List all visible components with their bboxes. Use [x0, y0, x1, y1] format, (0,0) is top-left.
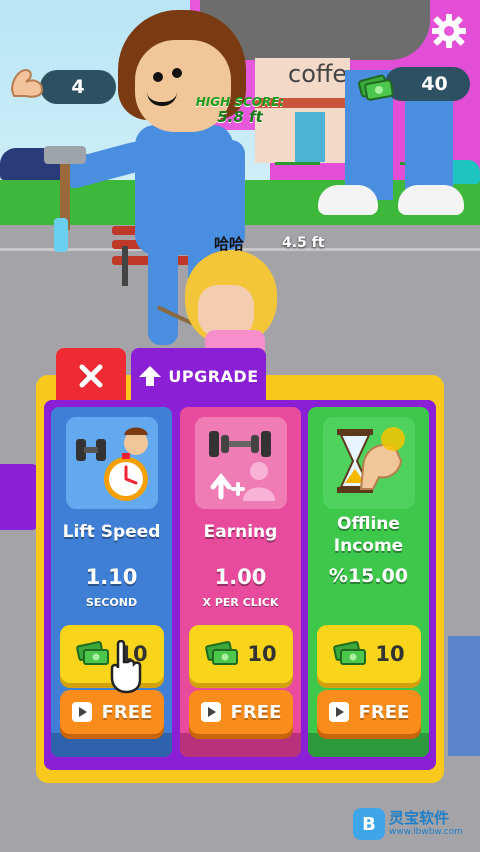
- offline-income-icon-box: [323, 417, 415, 509]
- arrow-up-icon: [139, 366, 162, 386]
- card-title: Lift Speed: [62, 522, 161, 542]
- watermark-logo: B: [353, 808, 385, 840]
- hand-cursor-icon: [110, 640, 142, 694]
- high-score-value: 5.8 ft: [217, 108, 263, 126]
- player-eye: [172, 68, 182, 78]
- free-offline-income-button[interactable]: FREE: [317, 690, 421, 734]
- player-eye: [153, 72, 163, 82]
- card-title-text: Offline Income: [333, 514, 404, 556]
- strength-counter: 4: [40, 70, 116, 104]
- watermark-name: 灵宝软件: [389, 809, 450, 827]
- watermark: B 灵宝软件 www.lbwbw.com: [353, 806, 473, 842]
- play-icon: [200, 702, 221, 722]
- player-leg: [148, 245, 178, 345]
- side-tab-button[interactable]: [0, 464, 38, 530]
- strength-value: 4: [71, 76, 85, 98]
- side-edge: [448, 636, 480, 756]
- cash-icon: [76, 641, 110, 665]
- cash-icon: [205, 641, 239, 665]
- free-lift-speed-button[interactable]: FREE: [60, 690, 164, 734]
- cash-counter: 40: [385, 67, 470, 101]
- buy-offline-income-button[interactable]: 10: [317, 625, 421, 683]
- lift-speed-icon-box: [66, 417, 158, 509]
- flex-arm-icon: [10, 68, 44, 98]
- upgrade-card-lift-speed: Lift Speed 1.10 SECOND 10 FREE: [51, 407, 172, 757]
- card-unit: SECOND: [85, 596, 138, 609]
- buy-earning-button[interactable]: 10: [189, 625, 293, 683]
- earning-icon-box: [195, 417, 287, 509]
- giant-shoe: [398, 185, 464, 215]
- giant-shoe: [318, 185, 378, 215]
- bottle-icon: [54, 218, 68, 252]
- card-value: %15.00: [328, 565, 409, 587]
- close-icon: [79, 364, 103, 388]
- play-icon: [328, 702, 349, 722]
- card-title: Offline Income: [308, 513, 429, 557]
- close-button[interactable]: [56, 348, 126, 404]
- stopwatch-dumbbell-icon: [76, 427, 148, 501]
- high-score-label: HIGH SCORE:: [195, 95, 285, 109]
- free-label: FREE: [101, 701, 153, 723]
- free-earning-button[interactable]: FREE: [189, 690, 293, 734]
- upgrade-card-offline-income: Offline Income %15.00 10 FREE: [308, 407, 429, 757]
- card-value: 1.10: [85, 565, 138, 589]
- free-label: FREE: [358, 701, 410, 723]
- card-value: 1.00: [214, 565, 267, 589]
- gear-icon[interactable]: [426, 8, 472, 54]
- floating-label: 哈哈: [214, 235, 245, 253]
- play-icon: [71, 702, 92, 722]
- upgrade-card-earning: Earning 1.00 X PER CLICK 10 FREE: [180, 407, 301, 757]
- ground-marker: [275, 162, 320, 165]
- tab-upgrade[interactable]: UPGRADE: [131, 348, 266, 404]
- dumbbell-icon: [209, 431, 275, 501]
- cash-value: 40: [421, 73, 448, 95]
- card-unit: X PER CLICK: [202, 596, 279, 609]
- free-label: FREE: [230, 701, 282, 723]
- price-label: 10: [247, 642, 277, 666]
- hourglass-icon: [337, 427, 405, 493]
- cash-icon: [358, 74, 394, 101]
- cash-icon: [333, 641, 367, 665]
- card-title: Earning: [203, 522, 278, 542]
- hammer-icon: [44, 146, 86, 164]
- tab-upgrade-label: UPGRADE: [168, 366, 259, 386]
- floating-distance: 4.5 ft: [282, 235, 325, 251]
- watermark-url: www.lbwbw.com: [389, 827, 464, 837]
- shop-sign: coffe: [288, 60, 348, 88]
- price-label: 10: [375, 642, 405, 666]
